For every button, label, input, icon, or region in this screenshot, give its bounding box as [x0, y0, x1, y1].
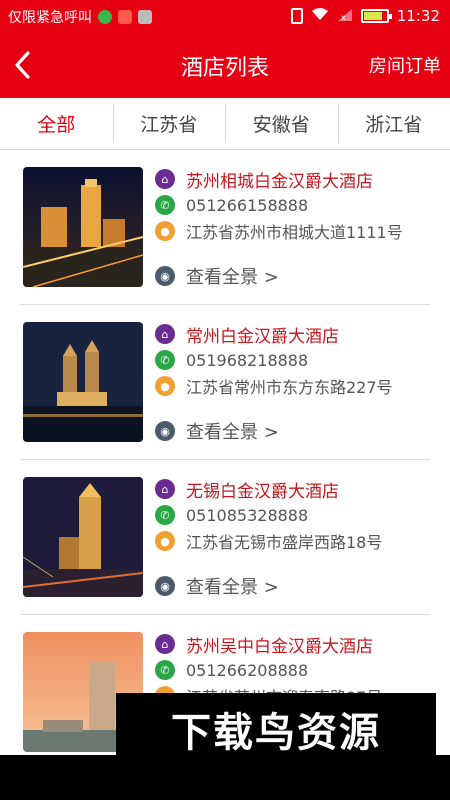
hotel-address-row: ● 江苏省苏州市相城大道1111号 [155, 219, 403, 243]
hotel-name[interactable]: 苏州相城白金汉爵大酒店 [186, 167, 373, 192]
status-bar: 仅限紧急呼叫 x 11:32 [0, 0, 450, 32]
clock: 11:32 [396, 7, 440, 25]
hotel-phone[interactable]: 051085328888 [186, 506, 308, 525]
signal-icon: x [337, 8, 353, 25]
hotel-item[interactable]: ⌂ 无锡白金汉爵大酒店 ✆ 051085328888 ● 江苏省无锡市盛岸西路1… [20, 460, 430, 615]
province-tabs: 全部 江苏省 安徽省 浙江省 [0, 98, 450, 150]
location-pin-icon: ● [155, 376, 175, 396]
hotel-phone[interactable]: 051266158888 [186, 196, 308, 215]
panorama-link[interactable]: ◉ 查看全景 > [155, 419, 279, 443]
hotel-address: 江苏省苏州市相城大道1111号 [186, 223, 403, 242]
panorama-label[interactable]: 查看全景 > [186, 573, 279, 599]
home-icon: ⌂ [155, 169, 175, 189]
hotel-name[interactable]: 无锡白金汉爵大酒店 [186, 477, 339, 502]
hotel-name-row: ⌂ 无锡白金汉爵大酒店 [155, 477, 339, 502]
status-bar-left: 仅限紧急呼叫 [8, 7, 152, 27]
panorama-pin-icon: ◉ [155, 421, 175, 441]
location-pin-icon: ● [155, 221, 175, 241]
tab-zhejiang[interactable]: 浙江省 [337, 98, 450, 149]
hotel-address: 江苏省常州市东方东路227号 [186, 378, 393, 397]
location-pin-icon: ● [155, 531, 175, 551]
hotel-name-row: ⌂ 苏州吴中白金汉爵大酒店 [155, 632, 373, 657]
wifi-icon [311, 7, 329, 25]
phone-icon: ✆ [155, 350, 175, 370]
hotel-photo[interactable] [23, 167, 143, 287]
hotel-phone-row: ✆ 051085328888 [155, 503, 308, 527]
hotel-phone-row: ✆ 051266158888 [155, 193, 308, 217]
status-bar-right: x 11:32 [290, 7, 440, 25]
home-icon: ⌂ [155, 634, 175, 654]
tab-anhui[interactable]: 安徽省 [225, 98, 338, 149]
room-orders-button[interactable]: 房间订单 [369, 52, 441, 78]
hotel-item[interactable]: ⌂ 常州白金汉爵大酒店 ✆ 051968218888 ● 江苏省常州市东方东路2… [20, 305, 430, 460]
hotel-phone-row: ✆ 051968218888 [155, 348, 308, 372]
notification-robot-icon [138, 10, 152, 24]
hotel-name[interactable]: 苏州吴中白金汉爵大酒店 [186, 632, 373, 657]
hotel-name[interactable]: 常州白金汉爵大酒店 [186, 322, 339, 347]
phone-icon: ✆ [155, 195, 175, 215]
carrier-label: 仅限紧急呼叫 [8, 10, 92, 26]
home-icon: ⌂ [155, 479, 175, 499]
hotel-name-row: ⌂ 常州白金汉爵大酒店 [155, 322, 339, 347]
tab-all[interactable]: 全部 [0, 98, 113, 149]
panorama-label[interactable]: 查看全景 > [186, 263, 279, 289]
panorama-link[interactable]: ◉ 查看全景 > [155, 574, 279, 598]
hotel-item[interactable]: ⌂ 苏州相城白金汉爵大酒店 ✆ 051266158888 ● 江苏省苏州市相城大… [20, 150, 430, 305]
notification-app-icon [98, 10, 112, 24]
watermark-banner: 下载鸟资源 [116, 693, 436, 765]
phone-icon: ✆ [155, 660, 175, 680]
hotel-phone[interactable]: 051968218888 [186, 351, 308, 370]
hotel-phone[interactable]: 051266208888 [186, 661, 308, 680]
panorama-pin-icon: ◉ [155, 266, 175, 286]
hotel-phone-row: ✆ 051266208888 [155, 658, 308, 682]
home-icon: ⌂ [155, 324, 175, 344]
hotel-photo[interactable] [23, 322, 143, 442]
battery-fill [363, 12, 382, 20]
watermark-text: 下载鸟资源 [171, 710, 381, 756]
tab-jiangsu[interactable]: 江苏省 [112, 98, 226, 149]
svg-text:x: x [341, 13, 346, 22]
hotel-address-row: ● 江苏省无锡市盛岸西路18号 [155, 529, 382, 553]
battery-icon [360, 9, 392, 23]
hotel-name-row: ⌂ 苏州相城白金汉爵大酒店 [155, 167, 373, 192]
hotel-photo[interactable] [23, 477, 143, 597]
panorama-label[interactable]: 查看全景 > [186, 418, 279, 444]
phone-icon: ✆ [155, 505, 175, 525]
vibrate-icon [290, 8, 303, 24]
panorama-link[interactable]: ◉ 查看全景 > [155, 264, 279, 288]
notification-mail-icon [118, 10, 132, 24]
panorama-pin-icon: ◉ [155, 576, 175, 596]
hotel-list: ⌂ 苏州相城白金汉爵大酒店 ✆ 051266158888 ● 江苏省苏州市相城大… [0, 150, 450, 770]
app-header: 酒店列表 房间订单 [0, 32, 450, 98]
hotel-address: 江苏省无锡市盛岸西路18号 [186, 533, 383, 552]
hotel-address-row: ● 江苏省常州市东方东路227号 [155, 374, 393, 398]
